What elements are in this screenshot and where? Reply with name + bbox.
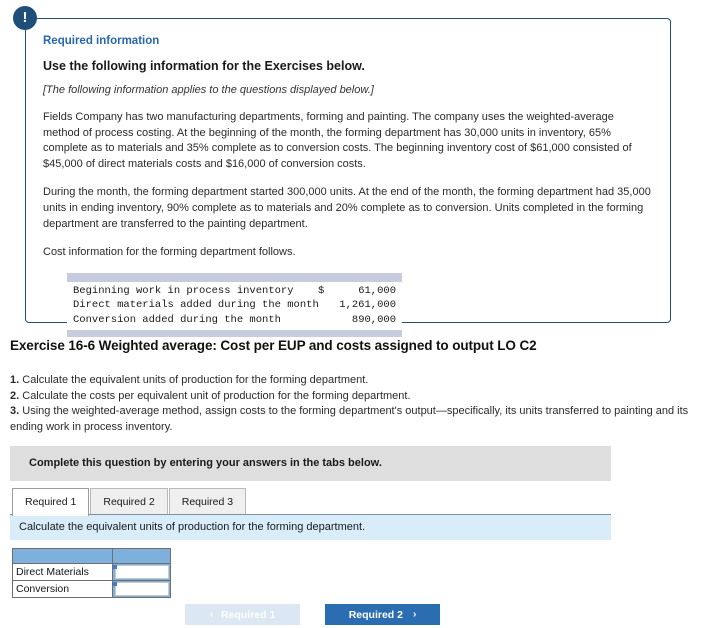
instruction-number: 1.	[10, 374, 20, 386]
page-title: Exercise 16-6 Weighted average: Cost per…	[10, 338, 537, 353]
cost-row-currency: $	[318, 284, 325, 297]
sub-instruction-strip: Calculate the equivalent units of produc…	[10, 514, 611, 540]
chevron-left-icon: ‹	[209, 609, 214, 620]
next-required-button[interactable]: Required 2 ›	[325, 604, 440, 625]
input-cell-conversion[interactable]	[112, 580, 171, 598]
sub-instruction-text: Calculate the equivalent units of produc…	[19, 521, 366, 533]
cost-row-label: Conversion added during the month	[73, 313, 281, 326]
answer-header-cell-label	[12, 548, 113, 564]
direct-materials-input[interactable]	[115, 565, 169, 579]
instruction-text: Using the weighted-average method, assig…	[10, 405, 689, 433]
input-cell-direct-materials[interactable]	[112, 563, 171, 581]
tab-required-1[interactable]: Required 1	[12, 488, 90, 516]
list-item: 3. Using the weighted-average method, as…	[10, 404, 700, 435]
list-item: 1. Calculate the equivalent units of pro…	[10, 373, 700, 389]
cost-row-value: 890,000	[351, 313, 396, 326]
row-label-conversion: Conversion	[12, 580, 113, 598]
table-row: Conversion	[12, 580, 171, 598]
required-information-heading: Required information	[43, 35, 160, 47]
card-title: Use the following information for the Ex…	[43, 59, 365, 73]
next-button-label: Required 2	[348, 608, 403, 621]
card-paragraph-2: During the month, the forming department…	[43, 186, 651, 230]
table-row: Conversion added during the month 890,00…	[67, 313, 402, 327]
answer-table: Direct Materials Conversion	[12, 548, 171, 598]
card-italic-note: [The following information applies to th…	[43, 84, 374, 96]
chevron-right-icon: ›	[412, 609, 417, 620]
tab-strip: Required 1 Required 2 Required 3	[12, 486, 247, 516]
required-field-marker-icon	[113, 565, 117, 569]
instruction-number: 3.	[10, 405, 20, 418]
table-row: Direct materials added during the month …	[67, 298, 402, 312]
instruction-number: 2.	[10, 389, 20, 402]
navigation-buttons: ‹ Required 1 Required 2 ›	[185, 604, 440, 625]
card-border: Required information Use the following i…	[25, 18, 671, 338]
previous-required-button[interactable]: ‹ Required 1	[185, 604, 300, 625]
table-row: Beginning work in process inventory $ 61…	[67, 284, 402, 298]
cost-table-top-bar	[67, 272, 402, 282]
instruction-list: 1. Calculate the equivalent units of pro…	[10, 373, 700, 435]
instruction-text: Calculate the equivalent units of produc…	[19, 374, 369, 386]
answer-header-cell-value	[112, 548, 171, 564]
cost-table-body: Beginning work in process inventory $ 61…	[67, 281, 402, 331]
previous-button-label: Required 1	[221, 608, 276, 621]
exclamation-icon: !	[13, 6, 37, 30]
tab-required-3[interactable]: Required 3	[168, 488, 247, 516]
list-item: 2. Calculate the costs per equivalent un…	[10, 389, 700, 405]
cost-row-value: 61,000	[358, 284, 396, 297]
table-row: Direct Materials	[12, 563, 171, 581]
complete-question-banner: Complete this question by entering your …	[10, 446, 611, 481]
complete-question-text: Complete this question by entering your …	[29, 457, 382, 469]
tab-required-2[interactable]: Required 2	[90, 488, 168, 516]
row-label-direct-materials: Direct Materials	[12, 563, 113, 581]
cost-row-label: Direct materials added during the month	[73, 299, 319, 312]
card-paragraph-1: Fields Company has two manufacturing dep…	[43, 111, 632, 170]
card-paragraph-3: Cost information for the forming departm…	[43, 246, 296, 259]
cost-information-table: Beginning work in process inventory $ 61…	[67, 272, 402, 338]
cost-row-value: 1,261,000	[339, 299, 396, 312]
card-content: Required information Use the following i…	[43, 35, 652, 338]
cost-table-bottom-bar	[67, 330, 402, 338]
required-field-marker-icon	[113, 582, 117, 586]
required-information-card: Required information Use the following i…	[13, 6, 671, 338]
instruction-text: Calculate the costs per equivalent unit …	[19, 389, 411, 402]
cost-row-label: Beginning work in process inventory	[73, 284, 294, 297]
conversion-input[interactable]	[115, 582, 169, 596]
table-header-row	[12, 548, 171, 564]
